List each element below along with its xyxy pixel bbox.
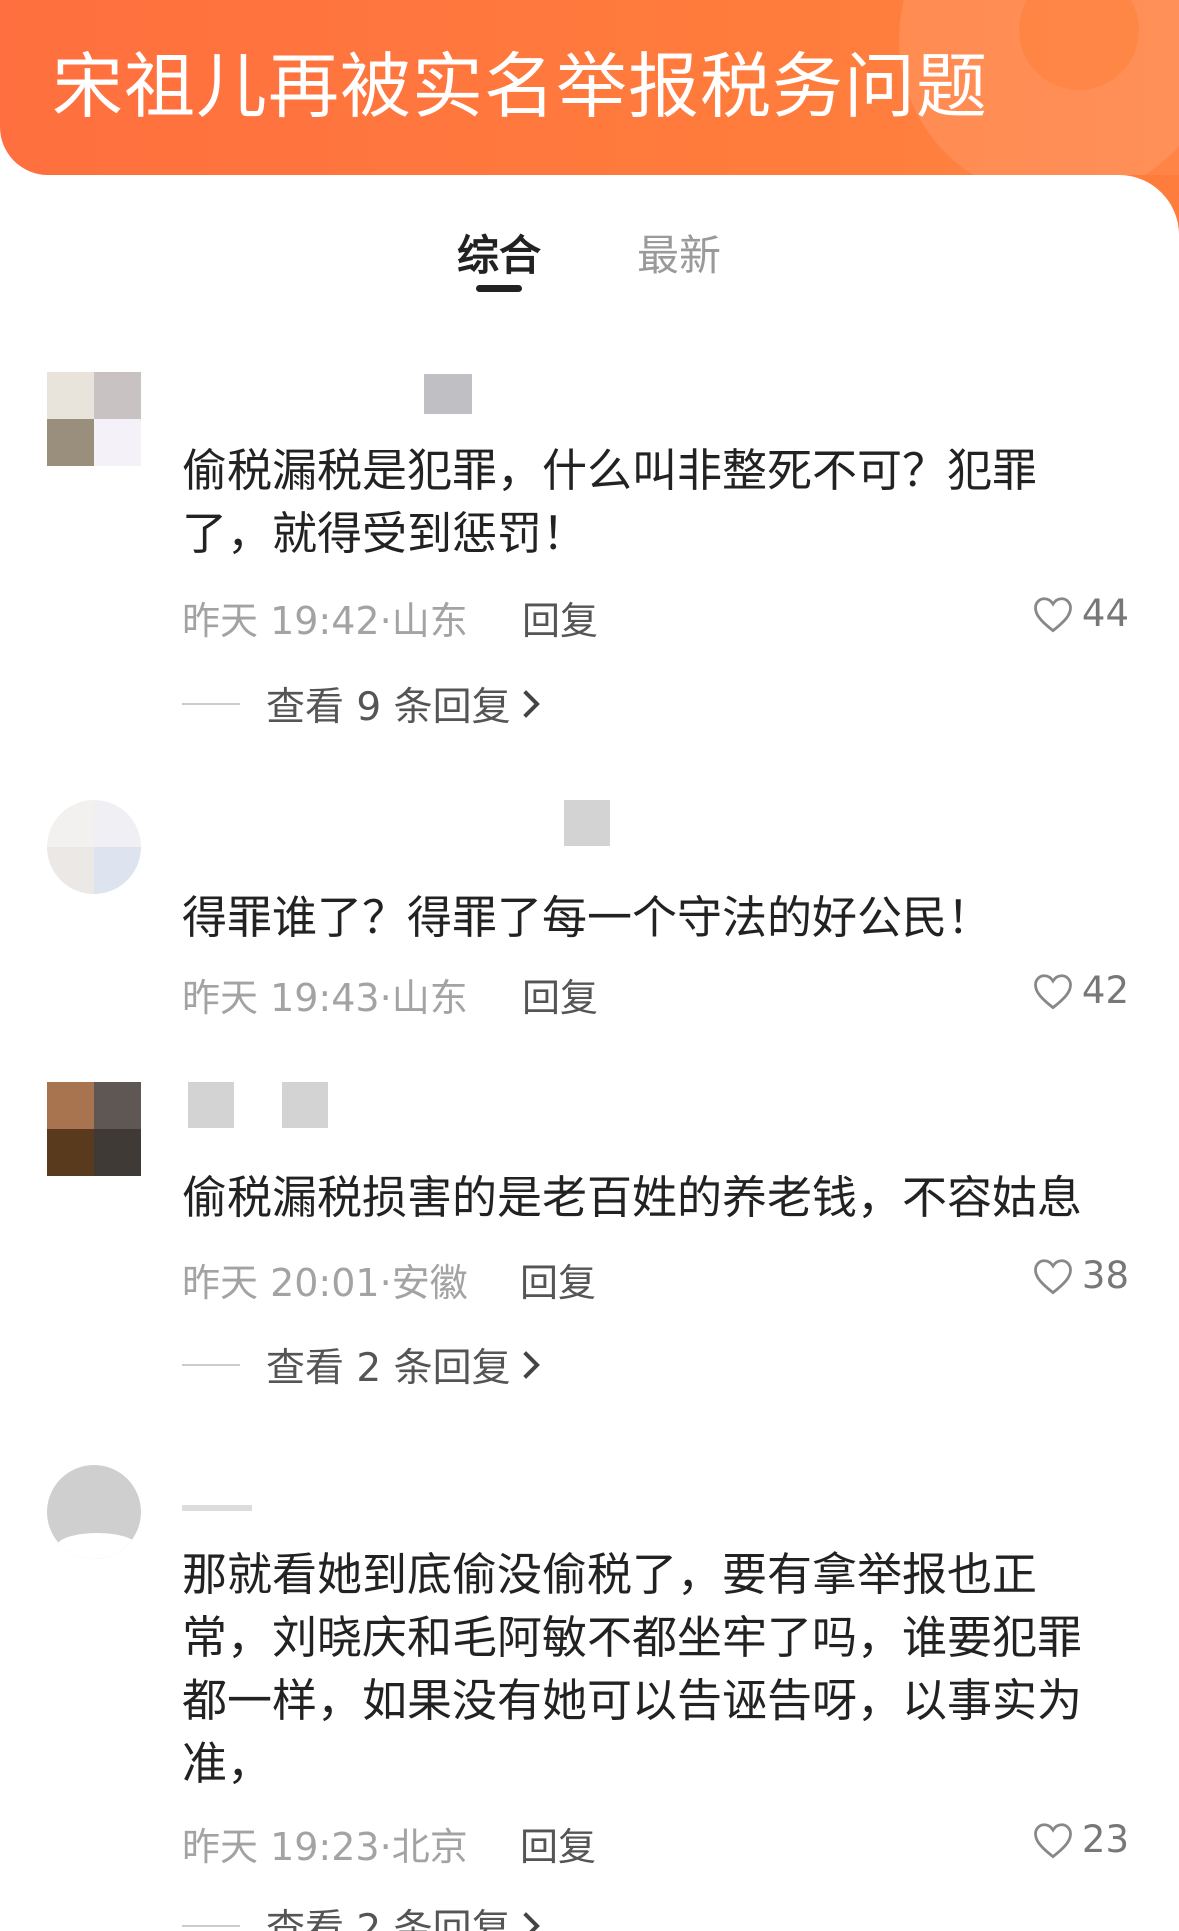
comment-location: 北京 <box>391 1825 468 1869</box>
reply-button[interactable]: 回复 <box>520 1816 596 1871</box>
view-replies-button[interactable]: 查看 9 条回复 <box>182 679 541 730</box>
avatar[interactable] <box>47 1082 141 1176</box>
chevron-right-icon <box>522 1351 540 1379</box>
like-button[interactable]: 42 <box>1032 969 1129 1012</box>
comment-text: 得罪谁了？得罪了每一个守法的好公民！ <box>182 891 993 944</box>
comment-text: 偷税漏税损害的是老百姓的养老钱，不容姑息 <box>182 1171 1083 1224</box>
comment-location: 山东 <box>391 976 468 1020</box>
reply-button[interactable]: 回复 <box>520 1252 596 1307</box>
comment-meta: 昨天 19:23·北京 <box>182 1816 468 1871</box>
tab-comprehensive[interactable]: 综合 <box>457 222 541 283</box>
meta-separator: · <box>379 976 392 1020</box>
heart-icon <box>1034 973 1072 1009</box>
reply-button[interactable]: 回复 <box>522 967 598 1022</box>
comment-meta: 昨天 20:01·安徽 <box>182 1252 468 1307</box>
comment-time: 昨天 19:23 <box>182 1825 380 1869</box>
view-replies-button[interactable]: 查看 2 条回复 <box>182 1340 541 1391</box>
like-count: 23 <box>1081 1818 1129 1861</box>
comment-time: 昨天 19:42 <box>182 599 380 643</box>
meta-separator: · <box>379 599 392 643</box>
active-tab-indicator <box>476 285 522 292</box>
like-button[interactable]: 44 <box>1032 592 1129 635</box>
view-replies-label: 查看 9 条回复 <box>266 685 511 730</box>
page: 宋祖儿再被实名举报税务问题 综合 最新 偷税漏税是犯罪，什么叫非整死不可？犯罪了… <box>0 0 1179 1931</box>
like-button[interactable]: 38 <box>1032 1254 1129 1297</box>
comment-time: 昨天 19:43 <box>182 976 380 1020</box>
meta-separator: · <box>379 1825 392 1869</box>
meta-separator: · <box>379 1261 392 1305</box>
like-count: 38 <box>1081 1254 1129 1297</box>
sort-tabs: 综合 最新 <box>0 222 1179 302</box>
reply-button[interactable]: 回复 <box>522 590 598 645</box>
avatar[interactable] <box>47 800 141 894</box>
divider-line <box>182 1364 240 1366</box>
chevron-right-icon <box>522 1912 540 1931</box>
heart-icon <box>1034 596 1072 632</box>
divider-line <box>182 1925 240 1927</box>
view-replies-label: 查看 2 条回复 <box>266 1346 511 1391</box>
comment-time: 昨天 20:01 <box>182 1261 380 1305</box>
heart-icon <box>1034 1822 1072 1858</box>
topic-banner: 宋祖儿再被实名举报税务问题 <box>0 0 1179 175</box>
like-button[interactable]: 23 <box>1032 1818 1129 1861</box>
comment-location: 山东 <box>391 599 468 643</box>
view-replies-button[interactable]: 查看 2 条回复 <box>182 1901 541 1931</box>
avatar[interactable] <box>47 1465 141 1559</box>
divider-line <box>182 703 240 705</box>
chevron-right-icon <box>522 690 540 718</box>
comment-meta: 昨天 19:42·山东 <box>182 590 468 645</box>
comment-location: 安徽 <box>391 1261 468 1305</box>
like-count: 42 <box>1081 969 1129 1012</box>
comment-text: 偷税漏税是犯罪，什么叫非整死不可？犯罪了，就得受到惩罚！ <box>182 444 1038 560</box>
tab-latest[interactable]: 最新 <box>637 222 721 283</box>
heart-icon <box>1034 1258 1072 1294</box>
comment-meta: 昨天 19:43·山东 <box>182 967 468 1022</box>
avatar[interactable] <box>47 372 141 466</box>
view-replies-label: 查看 2 条回复 <box>266 1907 511 1931</box>
comment-text: 那就看她到底偷没偷税了，要有拿举报也正常，刘晓庆和毛阿敏不都坐牢了吗，谁要犯罪都… <box>182 1548 1083 1790</box>
topic-title: 宋祖儿再被实名举报税务问题 <box>52 45 989 128</box>
like-count: 44 <box>1081 592 1129 635</box>
